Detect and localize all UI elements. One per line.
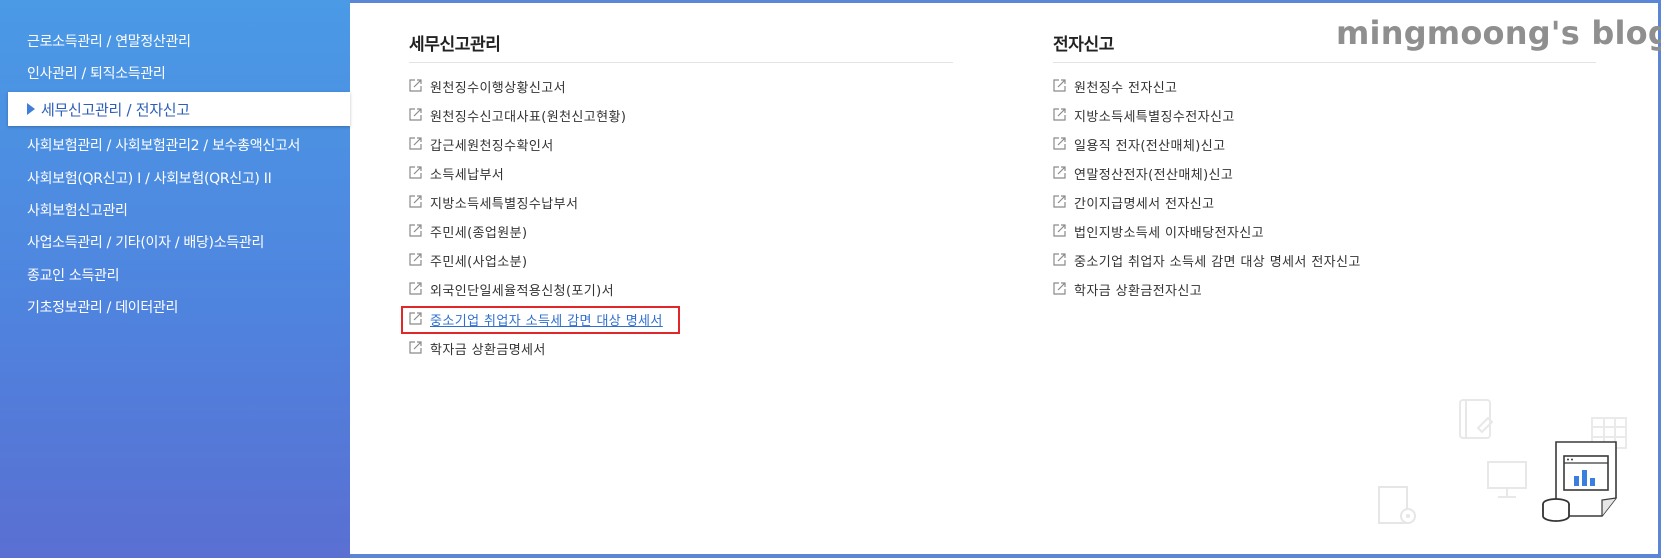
notebook-icon: [1459, 399, 1494, 439]
external-link-icon: [1053, 282, 1066, 295]
section-divider: [1053, 62, 1596, 63]
highlight-box: [401, 306, 680, 334]
tax_report-link-label: 주민세(종업원분): [430, 226, 528, 241]
sidebar-item-social-insurance[interactable]: 사회보험관리 / 사회보험관리2 / 보수총액신고서: [27, 135, 300, 155]
e_filing-link-label: 원천징수 전자신고: [1074, 81, 1178, 96]
sidebar-item-social-insurance-qr[interactable]: 사회보험(QR신고) Ⅰ / 사회보험(QR신고) II: [27, 168, 272, 188]
external-link-icon: [1053, 108, 1066, 121]
sidebar-item-hr-retirement[interactable]: 인사관리 / 퇴직소득관리: [27, 63, 166, 83]
external-link-icon: [1053, 253, 1066, 266]
external-link-icon: [409, 108, 422, 121]
sidebar-item-earned-income[interactable]: 근로소득관리 / 연말정산관리: [27, 31, 191, 51]
tax_report-link-label: 주민세(사업소분): [430, 255, 528, 270]
sidebar-item-label: 세무신고관리 / 전자신고: [41, 101, 190, 119]
section-divider: [409, 62, 953, 63]
external-link-icon: [1053, 195, 1066, 208]
external-link-icon: [1053, 79, 1066, 92]
e_filing-link-label: 간이지급명세서 전자신고: [1074, 197, 1215, 212]
external-link-icon: [409, 166, 422, 179]
section-title-e-filing: 전자신고: [1053, 35, 1114, 55]
coins-icon: [1542, 498, 1570, 522]
external-link-icon: [409, 79, 422, 92]
section-title-tax-report: 세무신고관리: [409, 35, 501, 55]
monitor-icon: [1487, 461, 1527, 498]
e_filing-link-label: 지방소득세특별징수전자신고: [1074, 110, 1235, 125]
triangle-right-icon: [27, 103, 35, 115]
e_filing-link-label: 법인지방소득세 이자배당전자신고: [1074, 226, 1264, 241]
tax_report-link-label: 학자금 상환금명세서: [430, 343, 546, 358]
sidebar: 근로소득관리 / 연말정산관리 인사관리 / 퇴직소득관리 세무신고관리 / 전…: [0, 0, 350, 558]
tax_report-link-label: 소득세납부서: [430, 168, 505, 183]
e_filing-link-label: 일용직 전자(전산매체)신고: [1074, 139, 1226, 154]
e_filing-link-label: 중소기업 취업자 소득세 감면 대상 명세서 전자신고: [1074, 255, 1361, 270]
external-link-icon: [409, 282, 422, 295]
document-gear-icon: [1378, 486, 1416, 524]
external-link-icon: [409, 253, 422, 266]
external-link-icon: [409, 341, 422, 354]
external-link-icon: [409, 137, 422, 150]
external-link-icon: [1053, 137, 1066, 150]
external-link-icon: [409, 224, 422, 237]
e_filing-link-label: 학자금 상환금전자신고: [1074, 284, 1203, 299]
external-link-icon: [1053, 224, 1066, 237]
tax_report-link-label: 원천징수이행상황신고서: [430, 81, 566, 96]
e_filing-link-label: 연말정산전자(전산매체)신고: [1074, 168, 1234, 183]
external-link-icon: [409, 195, 422, 208]
blog-watermark: mingmoong's blog: [1336, 14, 1661, 52]
tax_report-link-label: 지방소득세특별징수납부서: [430, 197, 579, 212]
tax_report-link-label: 외국인단일세율적용신청(포기)서: [430, 284, 614, 299]
sidebar-item-basic-data[interactable]: 기초정보관리 / 데이터관리: [27, 297, 178, 317]
sidebar-item-religious-income[interactable]: 종교인 소득관리: [27, 265, 120, 285]
tax_report-link-label: 갑근세원천징수확인서: [430, 139, 554, 154]
tax_report-link-label: 원천징수신고대사표(원천신고현황): [430, 110, 627, 125]
sidebar-item-business-income[interactable]: 사업소득관리 / 기타(이자 / 배당)소득관리: [27, 232, 264, 252]
sidebar-item-social-insurance-report[interactable]: 사회보험신고관리: [27, 200, 128, 220]
sidebar-item-tax-report[interactable]: 세무신고관리 / 전자신고: [8, 92, 350, 126]
external-link-icon: [1053, 166, 1066, 179]
